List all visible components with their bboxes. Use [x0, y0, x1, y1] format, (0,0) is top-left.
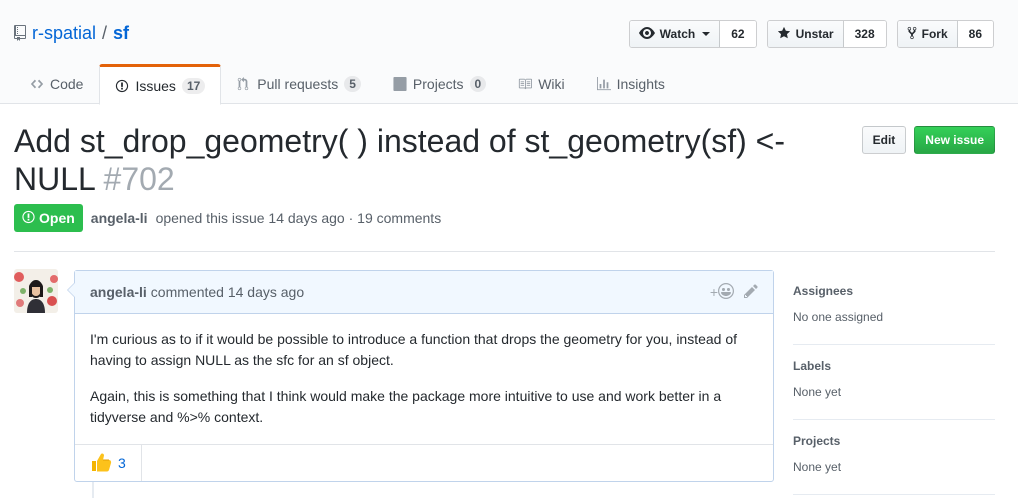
tab-wiki-label: Wiki [538, 76, 565, 92]
smiley-icon [718, 282, 734, 302]
tab-projects-label: Projects [412, 76, 464, 92]
comment-author-link[interactable]: angela-li [90, 284, 147, 300]
tab-projects[interactable]: Projects 0 [377, 64, 502, 104]
repo-nav-tabs: Code Issues 17 Pull requests 5 Projects … [14, 64, 681, 105]
tab-issues-count: 17 [181, 77, 206, 94]
repo-title: r-spatial / sf [14, 22, 129, 44]
sidebar-labels[interactable]: Labels None yet [793, 345, 995, 420]
star-icon [777, 26, 791, 43]
sidebar-value-projects: None yet [793, 460, 842, 474]
issue-state-badge: Open [14, 204, 83, 232]
issue-number: #702 [103, 161, 175, 197]
git-pull-request-icon [237, 77, 251, 91]
comment-actions: + [709, 282, 758, 302]
watch-label: Watch [659, 27, 696, 41]
fork-label: Fork [921, 27, 948, 41]
watch-button-group: Watch 62 [628, 20, 757, 48]
fork-count[interactable]: 86 [957, 21, 993, 47]
plus-icon: + [709, 284, 718, 300]
comment-reactions: 3 [75, 444, 773, 481]
repo-owner-link[interactable]: r-spatial [32, 23, 96, 44]
sidebar-value-assignees: No one assigned [793, 310, 884, 324]
chevron-down-icon [702, 32, 711, 36]
repo-separator: / [102, 22, 108, 43]
unstar-label: Unstar [795, 27, 834, 41]
repo-icon [14, 25, 26, 41]
fork-button-group: Fork 86 [896, 20, 994, 48]
comment: angela-li commented 14 days ago + I'm cu… [67, 270, 774, 482]
fork-icon [907, 26, 917, 43]
issue-title-actions: Edit New issue [861, 126, 995, 154]
issue-title: Add st_drop_geometry( ) instead of st_ge… [14, 122, 854, 198]
tab-code-label: Code [50, 76, 84, 92]
comment-timestamp: commented 14 days ago [150, 284, 305, 300]
repo-actions: Watch 62 Unstar 328 Fork 86 [628, 20, 994, 48]
tab-code[interactable]: Code [14, 64, 99, 104]
repo-header: r-spatial / sf Watch 62 Unstar 328 Fork … [0, 0, 1018, 105]
issue-state-label: Open [39, 210, 75, 226]
sidebar-heading-labels: Labels [793, 359, 832, 373]
tab-issues[interactable]: Issues 17 [99, 64, 222, 105]
repo-name-link[interactable]: sf [113, 23, 129, 44]
watch-count[interactable]: 62 [720, 21, 756, 47]
sidebar-value-labels: None yet [793, 385, 842, 399]
star-count[interactable]: 328 [843, 21, 886, 47]
issue-sidebar: Assignees No one assigned Labels None ye… [793, 270, 995, 495]
unstar-button[interactable]: Unstar [767, 21, 844, 47]
new-issue-button[interactable]: New issue [914, 126, 995, 154]
sidebar-heading-assignees: Assignees [793, 284, 854, 298]
thumbs-up-count: 3 [118, 455, 126, 471]
project-icon [393, 77, 407, 91]
issue-meta-text: opened this issue 14 days ago · 19 comme… [155, 210, 442, 226]
sidebar-assignees[interactable]: Assignees No one assigned [793, 270, 995, 345]
issue-meta: Open angela-li opened this issue 14 days… [14, 204, 441, 232]
thumbs-up-icon [90, 452, 112, 475]
tab-pull-requests[interactable]: Pull requests 5 [221, 64, 377, 104]
issue-opened-icon [22, 210, 35, 227]
comment-header: angela-li commented 14 days ago + [75, 271, 773, 314]
eye-icon [638, 26, 655, 42]
tab-insights-label: Insights [616, 76, 665, 92]
watch-button[interactable]: Watch [629, 21, 721, 47]
graph-icon [596, 77, 611, 91]
sidebar-heading-projects: Projects [793, 434, 841, 448]
avatar[interactable] [14, 269, 58, 313]
thumbs-up-reaction[interactable]: 3 [75, 445, 142, 481]
comment-paragraph: I'm curious as to if it would be possibl… [90, 331, 738, 368]
timeline-line [92, 482, 94, 498]
tab-insights[interactable]: Insights [581, 64, 681, 104]
header-divider [14, 251, 995, 252]
tab-issues-label: Issues [135, 77, 176, 94]
code-icon [30, 77, 44, 91]
tab-projects-count: 0 [469, 76, 487, 92]
sidebar-projects[interactable]: Projects None yet [793, 420, 995, 495]
comment-body: I'm curious as to if it would be possibl… [75, 314, 773, 428]
star-button-group: Unstar 328 [766, 20, 887, 48]
tab-pull-requests-count: 5 [344, 76, 361, 92]
issue-opened-icon [115, 79, 129, 93]
book-icon [518, 77, 533, 91]
tab-wiki[interactable]: Wiki [502, 64, 580, 104]
comment-paragraph: Again, this is something that I think wo… [90, 388, 722, 425]
fork-button[interactable]: Fork [897, 21, 958, 47]
edit-button[interactable]: Edit [861, 126, 907, 154]
pencil-icon[interactable] [744, 283, 758, 302]
add-reaction-button[interactable]: + [709, 282, 734, 302]
issue-title-container: Add st_drop_geometry( ) instead of st_ge… [14, 122, 854, 198]
tab-pull-requests-label: Pull requests [257, 76, 339, 92]
issue-author-link[interactable]: angela-li [91, 210, 148, 226]
